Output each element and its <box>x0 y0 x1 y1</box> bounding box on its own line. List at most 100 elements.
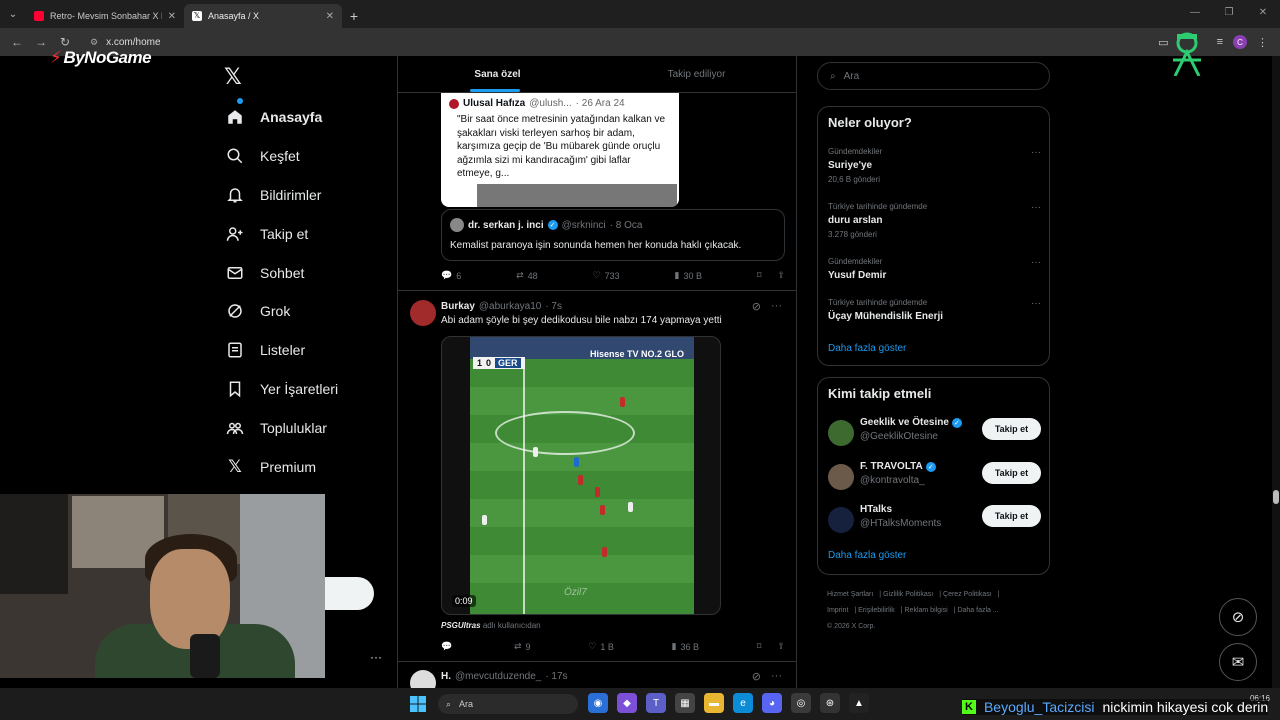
taskbar-search-input[interactable]: ⌕ Ara <box>438 694 578 714</box>
sidebar-item-chat[interactable]: Sohbet <box>224 253 394 292</box>
app-icon[interactable]: ◉ <box>588 693 608 713</box>
reply-button[interactable]: 💬 6 <box>441 270 461 281</box>
avatar[interactable] <box>410 300 436 326</box>
url-input[interactable]: ⚙ x.com/home <box>80 31 1153 53</box>
restore-icon[interactable]: ❐ <box>1212 0 1246 28</box>
sidebar-item-bookmarks[interactable]: Yer İşaretleri <box>224 370 394 409</box>
tab-search-icon[interactable]: ⌄ <box>0 0 26 28</box>
trends-show-more-link[interactable]: Daha fazla göster <box>828 343 906 354</box>
share-icon[interactable]: ⇪ <box>777 270 785 281</box>
footer-link-privacy[interactable]: Gizlilik Politikası <box>883 591 933 598</box>
messages-float-button[interactable]: ✉ <box>1219 643 1257 681</box>
views-button[interactable]: ▮ 30 B <box>674 270 701 281</box>
footer-link-cookies[interactable]: Çerez Politikası <box>943 591 992 598</box>
app-icon[interactable]: ▲ <box>849 693 869 713</box>
like-button[interactable]: ♡ 733 <box>593 270 620 281</box>
bookmark-button[interactable]: ⌑ ⇪ <box>757 270 785 281</box>
sidebar-item-follow[interactable]: Takip et <box>224 214 394 253</box>
sidebar-item-grok[interactable]: Grok <box>224 292 394 331</box>
close-tab-icon[interactable]: ✕ <box>168 11 176 22</box>
more-icon[interactable]: ··· <box>771 300 782 313</box>
tweet-author[interactable]: H. <box>441 671 451 682</box>
follow-button[interactable]: Takip et <box>982 462 1041 484</box>
follow-button[interactable]: Takip et <box>982 505 1041 527</box>
more-icon[interactable]: ··· <box>1031 298 1041 309</box>
footer-link-ads[interactable]: Reklam bilgisi <box>905 607 948 614</box>
app-icon[interactable]: ⊛ <box>820 693 840 713</box>
sidebar-item-communities[interactable]: Topluluklar <box>224 408 394 447</box>
scrollbar-thumb[interactable] <box>1273 490 1279 504</box>
media-icon[interactable]: ≡ <box>1217 36 1223 48</box>
chrome-icon[interactable]: ◎ <box>791 693 811 713</box>
footer-link-imprint[interactable]: Imprint <box>827 607 848 614</box>
retweet-button[interactable]: ⇄ 48 <box>516 270 538 281</box>
sidebar-item-lists[interactable]: Listeler <box>224 331 394 370</box>
edge-icon[interactable]: e <box>733 693 753 713</box>
who-to-follow-item[interactable]: Geeklik ve Ötesine ✓ @GeeklikOtesine Taki… <box>828 416 1041 452</box>
cast-icon[interactable]: ▭ <box>1158 36 1168 49</box>
reload-icon[interactable]: ↻ <box>56 35 74 49</box>
footer-link-terms[interactable]: Hizmet Şartları <box>827 591 873 598</box>
windows-start-icon[interactable] <box>410 696 426 712</box>
account-more-icon[interactable]: ··· <box>370 650 382 664</box>
tweet-date[interactable]: · 17s <box>545 671 567 682</box>
trend-item[interactable]: Türkiye tarihinde gündemde Üçay Mühendis… <box>828 298 1041 322</box>
forward-icon[interactable]: → <box>32 35 50 49</box>
profile-avatar[interactable]: C <box>1233 35 1247 49</box>
file-explorer-icon[interactable]: ▬ <box>704 693 724 713</box>
footer-link-accessibility[interactable]: Erişilebilirlik <box>858 607 895 614</box>
close-tab-icon[interactable]: ✕ <box>326 11 334 22</box>
sidebar-item-notifications[interactable]: Bildirimler <box>224 176 394 215</box>
close-window-icon[interactable]: ✕ <box>1246 0 1280 28</box>
more-icon[interactable]: ··· <box>1031 257 1041 268</box>
quoted-tweet[interactable]: dr. serkan j. inci ✓ @srkninci · 8 Oca K… <box>441 209 785 261</box>
app-icon[interactable]: ◆ <box>617 693 637 713</box>
footer-link-more[interactable]: Daha fazla ... <box>957 607 998 614</box>
back-icon[interactable]: ← <box>8 35 26 49</box>
bookmark-button[interactable]: ⌑ ⇪ <box>757 641 785 652</box>
quoted-image[interactable]: Ulusal Hafıza @ulush... · 26 Ara 24 "Bir… <box>441 93 679 207</box>
store-icon[interactable]: ▦ <box>675 693 695 713</box>
search-input[interactable]: ⌕ Ara <box>817 62 1050 90</box>
grok-icon[interactable]: ⊘ <box>752 300 761 313</box>
views-button[interactable]: ▮ 36 B <box>672 641 699 652</box>
who-show-more-link[interactable]: Daha fazla göster <box>828 550 906 561</box>
more-icon[interactable]: ··· <box>1031 147 1041 158</box>
tweet-handle[interactable]: @mevcutduzende_ <box>455 671 541 682</box>
menu-icon[interactable]: ⋮ <box>1257 36 1268 49</box>
browser-tab-x[interactable]: 𝕏 Anasayfa / X ✕ <box>184 4 342 28</box>
trend-item[interactable]: Gündemdekiler Yusuf Demir ··· <box>828 257 1041 281</box>
trend-item[interactable]: Gündemdekiler Suriye'ye 20,6 B gönderi ·… <box>828 147 1041 184</box>
sidebar-item-explore[interactable]: Keşfet <box>224 137 394 176</box>
like-button[interactable]: ♡ 1 B <box>588 641 614 652</box>
sidebar-item-home[interactable]: Anasayfa <box>224 98 394 137</box>
site-info-icon[interactable]: ⚙ <box>90 37 98 48</box>
sidebar-item-premium[interactable]: 𝕏 Premium <box>224 447 394 486</box>
tweet-date[interactable]: · 7s <box>545 301 562 312</box>
share-icon[interactable]: ⇪ <box>777 641 785 652</box>
tweet-video[interactable]: 1 0 GER Hisense TV NO.2 GLO 0:09 Özil7 <box>441 336 721 615</box>
more-icon[interactable]: ··· <box>771 670 782 683</box>
x-logo-icon[interactable]: 𝕏 <box>224 64 242 90</box>
minimize-icon[interactable]: — <box>1178 0 1212 28</box>
tab-following[interactable]: Takip ediliyor <box>597 56 796 92</box>
who-to-follow-item[interactable]: HTalks @HTalksMoments Takip et <box>828 503 1041 539</box>
retweet-button[interactable]: ⇄ 9 <box>514 641 531 652</box>
credit-user[interactable]: PSGUltras <box>441 621 481 630</box>
avatar[interactable] <box>410 670 436 688</box>
grok-icon[interactable]: ⊘ <box>752 670 761 683</box>
grok-float-button[interactable]: ⊘ <box>1219 598 1257 636</box>
browser-tab-youtube[interactable]: Retro- Mevsim Sonbahar X MV ✕ <box>26 4 184 28</box>
trend-item[interactable]: Türkiye tarihinde gündemde duru arslan 3… <box>828 202 1041 239</box>
reply-button[interactable]: 💬 <box>441 641 456 652</box>
more-icon[interactable]: ··· <box>1031 202 1041 213</box>
tweet-handle[interactable]: @aburkaya10 <box>479 301 541 312</box>
discord-icon[interactable]: ◕ <box>762 693 782 713</box>
tab-for-you[interactable]: Sana özel <box>398 56 597 92</box>
tweet-author[interactable]: Burkay <box>441 301 475 312</box>
new-tab-button[interactable]: + <box>342 4 366 28</box>
who-to-follow-item[interactable]: F. TRAVOLTA ✓ @kontravolta_ Takip et <box>828 460 1041 496</box>
scrollbar[interactable] <box>1272 56 1280 688</box>
teams-icon[interactable]: T <box>646 693 666 713</box>
follow-button[interactable]: Takip et <box>982 418 1041 440</box>
